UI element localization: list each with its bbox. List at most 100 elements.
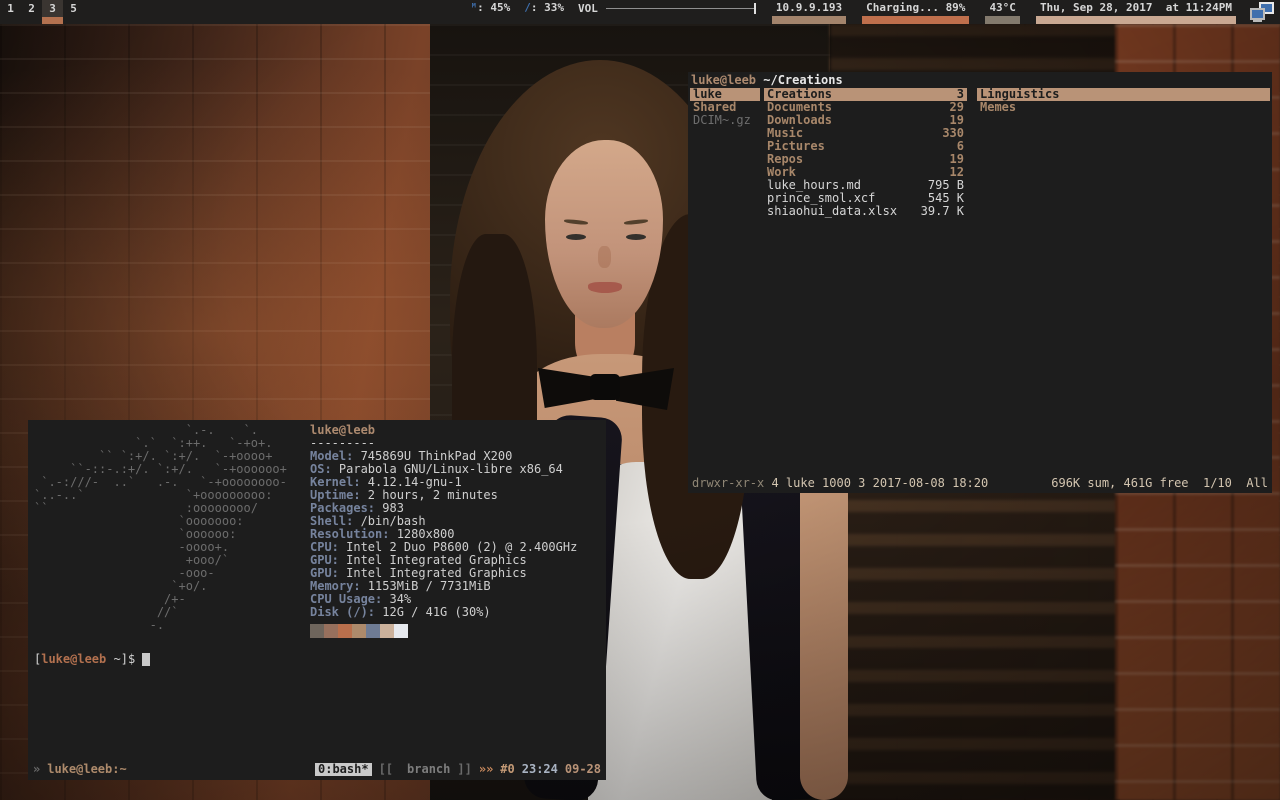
ip-address-text: 10.9.9.193 — [776, 1, 842, 14]
fetch-label: Resolution: — [310, 527, 389, 541]
workspace-3-label: 3 — [49, 2, 56, 15]
shell-prompt[interactable]: [luke@leeb ~]$ — [34, 653, 600, 666]
clock-text: Thu, Sep 28, 2017 at 11:24PM — [1040, 1, 1232, 14]
entry-shiaohui-data-xlsx[interactable]: shiaohui_data.xlsx 39.7 K — [764, 205, 967, 218]
terminal-color-palette — [310, 624, 577, 638]
parent-entry-label: DCIM~.gz — [693, 114, 751, 127]
ip-address: 10.9.9.193 — [772, 0, 846, 24]
ranger-titlebar: luke@leeb ~/Creations — [688, 72, 1272, 87]
file-details: 4 luke 1000 3 2017-08-08 18:20 — [764, 476, 988, 490]
battery-underline — [862, 16, 969, 24]
prompt-bracket-close: ~]$ — [106, 652, 142, 666]
fetch-value: 12G / 41G (30%) — [375, 605, 491, 619]
tmux-bracket-open: [[ — [379, 763, 393, 776]
ranger-current-path: ~/Creations — [756, 73, 843, 87]
fetch-value: /bin/bash — [353, 514, 425, 528]
fetch-value: Intel Integrated Graphics — [339, 566, 527, 580]
tmux-pane-index: #0 — [500, 763, 514, 776]
memory-icon: / — [524, 1, 531, 14]
ranger-preview-column: Linguistics Memes — [977, 88, 1270, 218]
prompt-user-host: luke@leeb — [41, 652, 106, 666]
ranger-main-column: Creations3 Documents29 Downloads19 Music… — [764, 88, 967, 218]
fetch-value: Intel Integrated Graphics — [339, 553, 527, 567]
battery-status-text: Charging... 89% — [866, 1, 965, 14]
terminal-window[interactable]: `.-. `. `.` `:++. `-+o+. `` `:+/. `:+/. … — [28, 420, 606, 780]
fetch-label: CPU Usage: — [310, 592, 382, 606]
entry-name: shiaohui_data.xlsx — [767, 205, 897, 218]
fetch-label: Packages: — [310, 501, 375, 515]
palette-swatch-6 — [394, 624, 408, 638]
fetch-label: Shell: — [310, 514, 353, 528]
terminal-content: `.-. `. `.` `:++. `-+o+. `` `:+/. `:+/. … — [28, 420, 606, 670]
temperature: 43°C — [985, 0, 1020, 24]
palette-swatch-3 — [352, 624, 366, 638]
fetch-value: 1280x800 — [389, 527, 454, 541]
parent-entry-dcim[interactable]: DCIM~.gz — [690, 114, 760, 127]
monitor-base-icon — [1253, 20, 1262, 22]
top-status-bar: 1 2 3 5 ᴹ: 45% /: 33% VOL 10.9.9.193 Cha… — [0, 0, 1280, 24]
fetch-value: Parabola GNU/Linux-libre x86_64 — [332, 462, 563, 476]
tmux-right-modules: 0:bash* [[ branch ]] »» #0 23:24 09-28 — [315, 763, 601, 776]
tmux-chevrons-icon: »» — [479, 763, 493, 776]
fetch-label: Model: — [310, 449, 353, 463]
fetch-label: CPU: — [310, 540, 339, 554]
workspace-1[interactable]: 1 — [0, 0, 21, 24]
tmux-session-host: luke@leeb:~ — [47, 763, 126, 776]
ranger-file-manager-window[interactable]: luke@leeb ~/Creations luke Shared DCIM~.… — [688, 72, 1272, 493]
fetch-value: 34% — [382, 592, 411, 606]
ranger-columns: luke Shared DCIM~.gz Creations3 Document… — [688, 88, 1272, 218]
tmux-date: 09-28 — [565, 763, 601, 776]
memory-module: /: 33% — [524, 0, 564, 16]
fetch-value: 2 hours, 2 minutes — [361, 488, 498, 502]
temperature-underline — [985, 16, 1020, 24]
file-permissions: drwxr-xr-x — [692, 476, 764, 490]
fetch-label: OS: — [310, 462, 332, 476]
fetch-label: Uptime: — [310, 488, 361, 502]
fetch-disk: Disk (/): 12G / 41G (30%) — [310, 606, 577, 619]
palette-swatch-0 — [310, 624, 324, 638]
ip-underline — [772, 16, 846, 24]
entry-size: 39.7 K — [921, 205, 964, 218]
ranger-statusbar: drwxr-xr-x 4 luke 1000 3 2017-08-08 18:2… — [692, 477, 1268, 490]
workspace-2[interactable]: 2 — [21, 0, 42, 24]
fetch-label: GPU: — [310, 553, 339, 567]
palette-swatch-1 — [324, 624, 338, 638]
fetch-value: 4.12.14-gnu-1 — [361, 475, 462, 489]
fetch-label: GPU: — [310, 566, 339, 580]
tmux-window-bash[interactable]: 0:bash* — [315, 763, 372, 776]
fetch-value: 983 — [375, 501, 404, 515]
volume-slider[interactable] — [606, 8, 756, 9]
ranger-status-left: drwxr-xr-x 4 luke 1000 3 2017-08-08 18:2… — [692, 477, 988, 490]
parabola-ascii-logo: `.-. `. `.` `:++. `-+o+. `` `:+/. `:+/. … — [34, 424, 310, 638]
network-computers-icon[interactable] — [1250, 2, 1274, 22]
palette-swatch-5 — [380, 624, 394, 638]
fetch-value: 1153MiB / 7731MiB — [361, 579, 491, 593]
preview-entry-memes[interactable]: Memes — [977, 101, 1270, 114]
tmux-statusbar: » luke@leeb:~ 0:bash* [[ branch ]] »» #0… — [33, 763, 601, 776]
neofetch-output: `.-. `. `.` `:++. `-+o+. `` `:+/. `:+/. … — [34, 424, 600, 638]
workspace-5[interactable]: 5 — [63, 0, 84, 24]
tmux-left-chevron: » — [33, 763, 40, 776]
volume-slider-handle[interactable] — [754, 3, 756, 14]
preview-entry-linguistics[interactable]: Linguistics — [977, 88, 1270, 101]
fetch-label: Kernel: — [310, 475, 361, 489]
tmux-git-branch: branch — [407, 763, 450, 776]
cpu-percent: : 45% — [477, 1, 510, 14]
temperature-text: 43°C — [989, 1, 1016, 14]
neofetch-info: luke@leeb --------- Model: 745869U Think… — [310, 424, 577, 638]
ranger-user-host: luke@leeb — [691, 73, 756, 87]
terminal-cursor — [142, 653, 150, 666]
workspace-3-active[interactable]: 3 — [42, 0, 63, 24]
active-workspace-underline — [42, 17, 63, 24]
tmux-clock: 23:24 — [522, 763, 558, 776]
clock: Thu, Sep 28, 2017 at 11:24PM — [1036, 0, 1236, 24]
tmux-bracket-close: ]] — [457, 763, 471, 776]
fetch-label: Disk (/): — [310, 605, 375, 619]
ranger-status-right: 696K sum, 461G free 1/10 All — [1051, 477, 1268, 490]
fetch-value: 745869U ThinkPad X200 — [353, 449, 512, 463]
ranger-parent-column: luke Shared DCIM~.gz — [690, 88, 760, 218]
palette-swatch-4 — [366, 624, 380, 638]
fetch-value: Intel 2 Duo P8600 (2) @ 2.400GHz — [339, 540, 577, 554]
palette-swatch-2 — [338, 624, 352, 638]
clock-underline — [1036, 16, 1236, 24]
